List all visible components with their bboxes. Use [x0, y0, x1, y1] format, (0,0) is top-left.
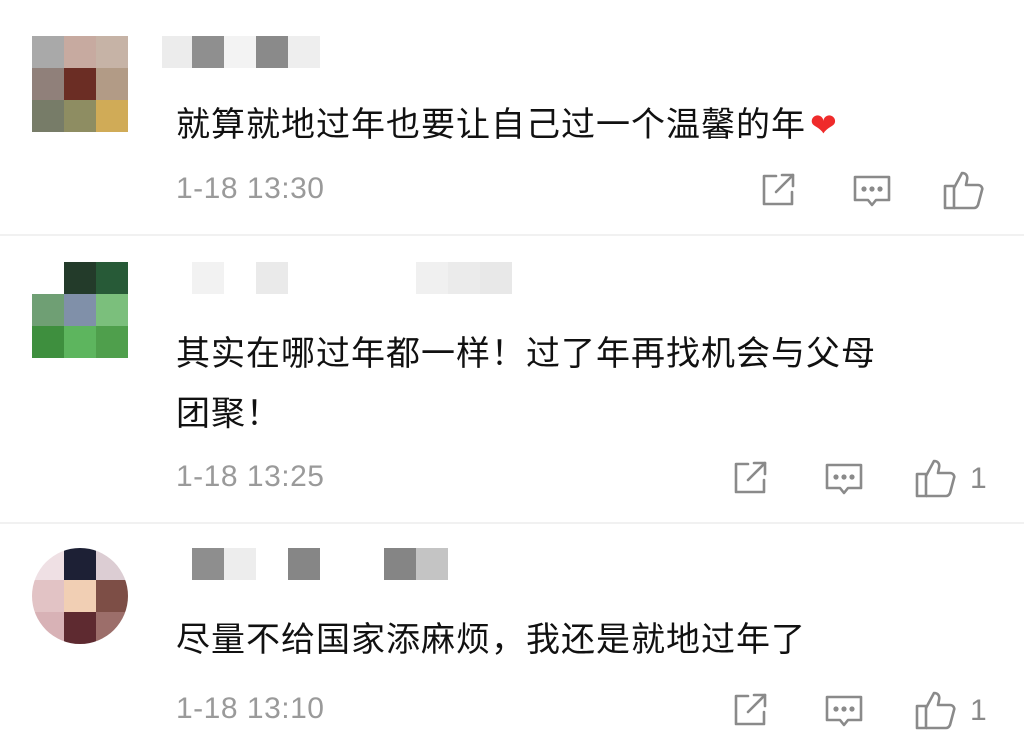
share-button[interactable]	[758, 170, 798, 210]
avatar-pixel	[32, 68, 64, 100]
avatar-pixel	[64, 36, 96, 68]
avatar-pixel	[96, 36, 128, 68]
like-button[interactable]	[914, 456, 958, 500]
avatar[interactable]	[32, 36, 128, 132]
share-icon	[734, 461, 767, 494]
divider	[0, 522, 1024, 524]
name-block	[192, 548, 224, 580]
thumbs-up-icon	[943, 171, 984, 210]
like-button[interactable]	[914, 688, 958, 732]
avatar-pixel	[32, 100, 64, 132]
comment-line: 团聚！	[176, 394, 281, 434]
avatar-pixel	[32, 326, 64, 358]
avatar-pixel	[96, 294, 128, 326]
name-block	[480, 262, 512, 294]
avatar-pixel	[64, 294, 96, 326]
comment-body: 就算就地过年也要让自己过一个温馨的年	[176, 105, 806, 145]
comment-timestamp: 1-18 13:25	[176, 460, 325, 493]
name-block	[256, 262, 288, 294]
comment-line: 其实在哪过年都一样！过了年再找机会与父母	[176, 334, 876, 374]
avatar-pixel	[64, 68, 96, 100]
name-block	[256, 36, 288, 68]
avatar-pixel	[64, 580, 96, 612]
share-button[interactable]	[730, 690, 770, 730]
reply-button[interactable]	[824, 692, 864, 732]
avatar-pixel	[32, 612, 64, 644]
name-block	[224, 36, 256, 68]
avatar[interactable]	[32, 262, 128, 358]
avatar-pixel	[96, 326, 128, 358]
name-block	[416, 262, 448, 294]
name-block	[192, 36, 224, 68]
thumbs-up-icon	[915, 691, 956, 730]
avatar-pixel	[96, 68, 128, 100]
like-button[interactable]	[942, 168, 986, 212]
name-block	[416, 548, 448, 580]
avatar-pixel	[64, 262, 96, 294]
thumbs-up-icon	[915, 459, 956, 498]
comment-text: 尽量不给国家添麻烦，我还是就地过年了	[176, 610, 956, 670]
like-count: 1	[970, 694, 987, 727]
heart-emoji: ❤	[810, 106, 838, 144]
avatar-pixel	[64, 612, 96, 644]
comment-text: 其实在哪过年都一样！过了年再找机会与父母 团聚！	[176, 324, 956, 444]
comment-icon	[825, 463, 863, 495]
avatar-pixel	[64, 548, 96, 580]
avatar-pixel	[96, 100, 128, 132]
divider	[0, 234, 1024, 236]
share-icon	[762, 173, 795, 206]
avatar-pixel	[64, 100, 96, 132]
reply-button[interactable]	[824, 460, 864, 500]
comment-timestamp: 1-18 13:30	[176, 172, 325, 205]
share-icon	[734, 693, 767, 726]
like-count: 1	[970, 462, 987, 495]
avatar-pixel	[32, 262, 64, 294]
comment-text: 就算就地过年也要让自己过一个温馨的年 ❤	[176, 95, 956, 155]
avatar-pixel	[32, 580, 64, 612]
name-block	[162, 36, 192, 68]
avatar-pixel	[32, 36, 64, 68]
avatar-pixel	[96, 262, 128, 294]
avatar-pixel	[32, 548, 64, 580]
reply-button[interactable]	[852, 172, 892, 212]
comment-icon	[853, 175, 891, 207]
avatar-pixel	[96, 612, 128, 644]
comment-icon	[825, 695, 863, 727]
avatar-pixel	[96, 548, 128, 580]
avatar[interactable]	[32, 548, 128, 644]
name-block	[224, 548, 256, 580]
avatar-pixel	[64, 326, 96, 358]
name-block	[192, 262, 224, 294]
avatar-pixel	[32, 294, 64, 326]
comment-body: 尽量不给国家添麻烦，我还是就地过年了	[176, 620, 806, 660]
comment-timestamp: 1-18 13:10	[176, 692, 325, 725]
name-block	[288, 36, 320, 68]
name-block	[384, 548, 416, 580]
name-block	[288, 548, 320, 580]
name-block	[448, 262, 480, 294]
avatar-pixel	[96, 580, 128, 612]
share-button[interactable]	[730, 458, 770, 498]
